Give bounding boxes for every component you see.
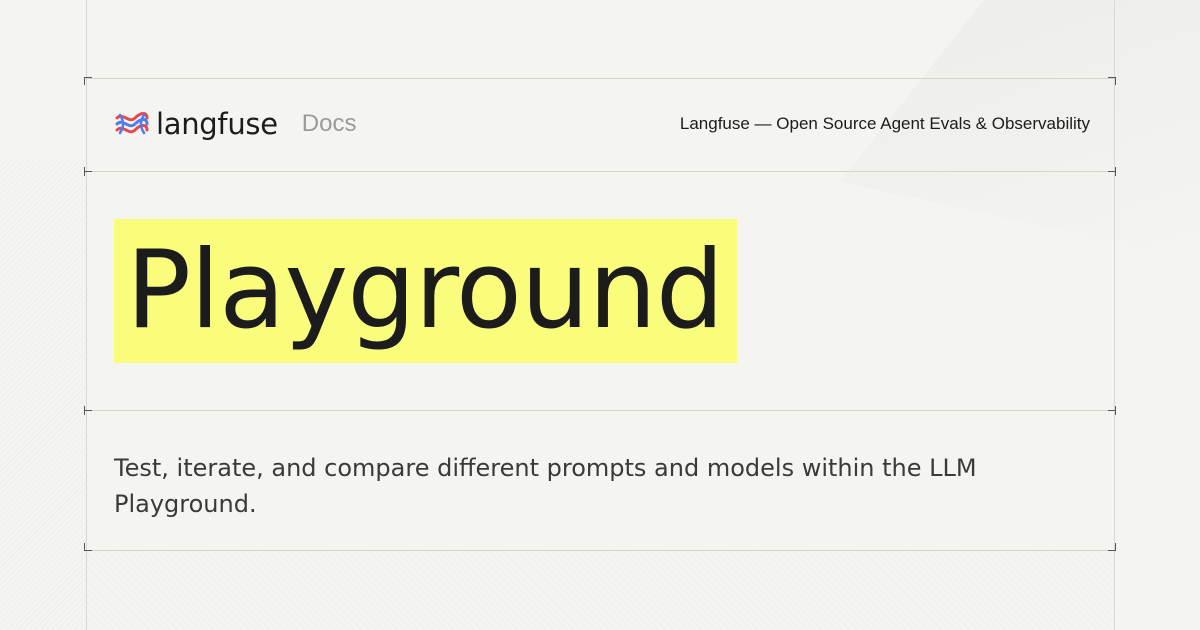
page-description: Test, iterate, and compare different pro… <box>114 454 977 518</box>
card-frame: langfuse Docs Langfuse — Open Source Age… <box>86 78 1114 550</box>
hero-highlight: Playground <box>114 219 738 363</box>
background-pattern-left <box>0 160 86 630</box>
brand[interactable]: langfuse <box>114 107 278 141</box>
section-label[interactable]: Docs <box>302 110 357 138</box>
background-pattern-bottom <box>86 550 1114 630</box>
brand-name: langfuse <box>156 107 278 141</box>
site-tagline: Langfuse — Open Source Agent Evals & Obs… <box>679 114 1090 133</box>
header-bar: langfuse Docs Langfuse — Open Source Age… <box>86 78 1114 170</box>
langfuse-knot-icon <box>115 112 149 135</box>
frame-border-right <box>1114 0 1115 630</box>
frame-border-bottom <box>86 550 1114 551</box>
page-title: Playground <box>126 228 724 353</box>
